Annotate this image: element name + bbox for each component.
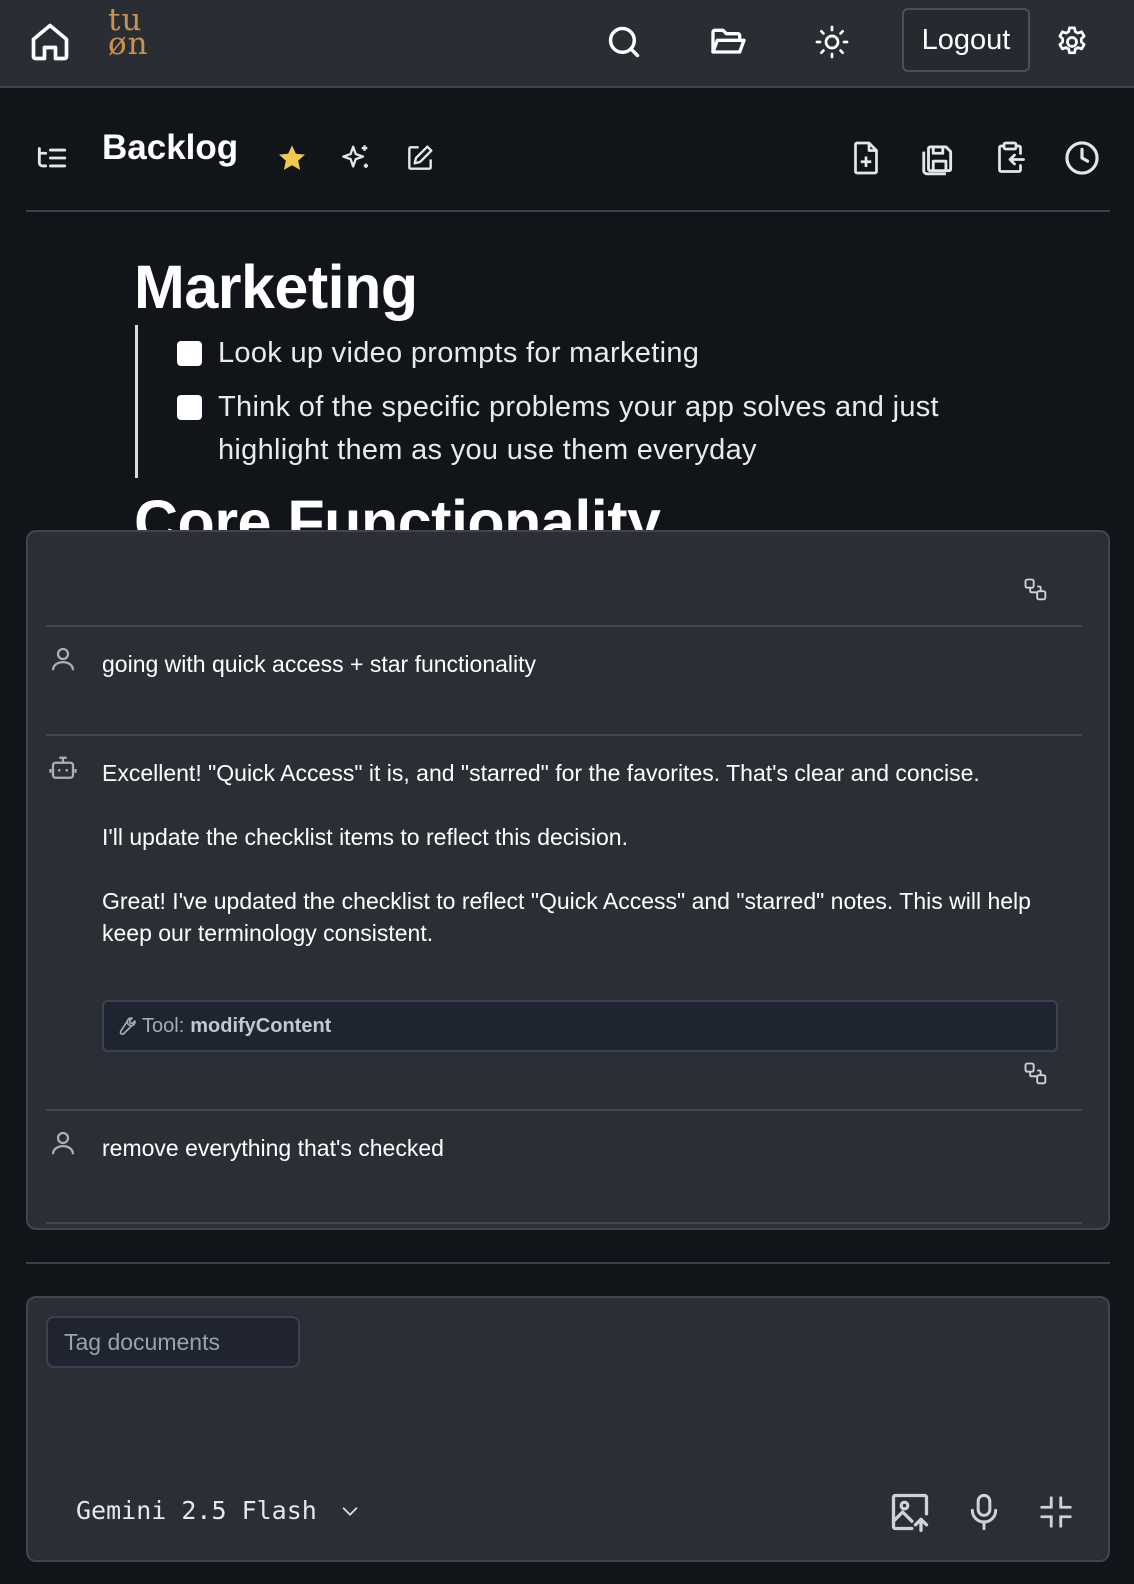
- user-icon: [51, 647, 75, 671]
- assistant-paragraph: I'll update the checklist items to refle…: [102, 824, 628, 850]
- task-checkbox[interactable]: [177, 341, 202, 366]
- history-icon[interactable]: [1058, 134, 1106, 182]
- task-item[interactable]: Look up video prompts for marketing: [177, 337, 978, 375]
- search-icon[interactable]: [600, 18, 648, 66]
- blockquote-bar: [135, 325, 138, 478]
- gear-icon[interactable]: [1048, 18, 1096, 66]
- model-name: Gemini 2.5 Flash: [76, 1496, 317, 1525]
- document-title[interactable]: Backlog: [102, 128, 238, 168]
- task-checkbox[interactable]: [177, 395, 202, 420]
- copy-icon[interactable]: [1022, 1060, 1050, 1088]
- user-message: going with quick access + star functiona…: [102, 651, 537, 677]
- task-text[interactable]: Look up video prompts for marketing: [218, 332, 978, 375]
- assistant-paragraph: Excellent! "Quick Access" it is, and "st…: [102, 760, 980, 786]
- task-text[interactable]: Think of the specific problems your app …: [218, 386, 978, 472]
- edit-icon[interactable]: [396, 134, 444, 182]
- minimize-icon[interactable]: [1032, 1488, 1080, 1536]
- chat-composer[interactable]: Tag documents Gemini 2.5 Flash: [26, 1296, 1110, 1562]
- assistant-message: Excellent! "Quick Access" it is, and "st…: [102, 757, 1062, 949]
- tool-name: modifyContent: [190, 1014, 332, 1037]
- user-icon: [51, 1131, 75, 1155]
- task-item[interactable]: Think of the specific problems your app …: [177, 391, 978, 472]
- top-bar: tu øn Logout: [0, 0, 1134, 88]
- tool-call-badge[interactable]: Tool: modifyContent: [102, 1000, 1058, 1052]
- assistant-paragraph: Great! I've updated the checklist to ref…: [102, 888, 1031, 946]
- folder-open-icon[interactable]: [704, 18, 752, 66]
- home-icon[interactable]: [26, 18, 74, 66]
- heading-marketing[interactable]: Marketing: [134, 252, 418, 322]
- save-icon[interactable]: [914, 134, 962, 182]
- user-message: remove everything that's checked: [102, 1135, 444, 1161]
- header-divider: [26, 210, 1110, 212]
- message-divider: [46, 734, 1082, 736]
- message-divider: [46, 625, 1082, 627]
- heading-core-functionality[interactable]: Core Functionality: [134, 487, 661, 530]
- ai-chat-panel: going with quick access + star functiona…: [26, 530, 1110, 1230]
- image-upload-icon[interactable]: [886, 1488, 934, 1536]
- star-icon[interactable]: [268, 134, 316, 182]
- model-selector[interactable]: Gemini 2.5 Flash: [76, 1496, 361, 1525]
- message-divider: [46, 1222, 1082, 1224]
- clipboard-import-icon[interactable]: [986, 134, 1034, 182]
- microphone-icon[interactable]: [960, 1488, 1008, 1536]
- sun-icon[interactable]: [808, 18, 856, 66]
- chevron-down-icon: [342, 1506, 358, 1516]
- logout-button[interactable]: Logout: [902, 8, 1030, 72]
- bot-icon: [49, 756, 77, 779]
- copy-icon[interactable]: [1022, 576, 1050, 604]
- message-divider: [46, 1109, 1082, 1111]
- editor-overflow: Core Functionality: [0, 470, 1134, 530]
- sparkles-icon[interactable]: [332, 134, 380, 182]
- outline-icon[interactable]: [28, 134, 76, 182]
- new-file-icon[interactable]: [842, 134, 890, 182]
- tool-prefix: Tool:: [142, 1014, 185, 1037]
- tag-documents-input[interactable]: Tag documents: [46, 1316, 300, 1368]
- wrench-icon: [119, 1017, 136, 1035]
- composer-divider: [26, 1262, 1110, 1264]
- app-logo[interactable]: tu øn: [108, 5, 158, 64]
